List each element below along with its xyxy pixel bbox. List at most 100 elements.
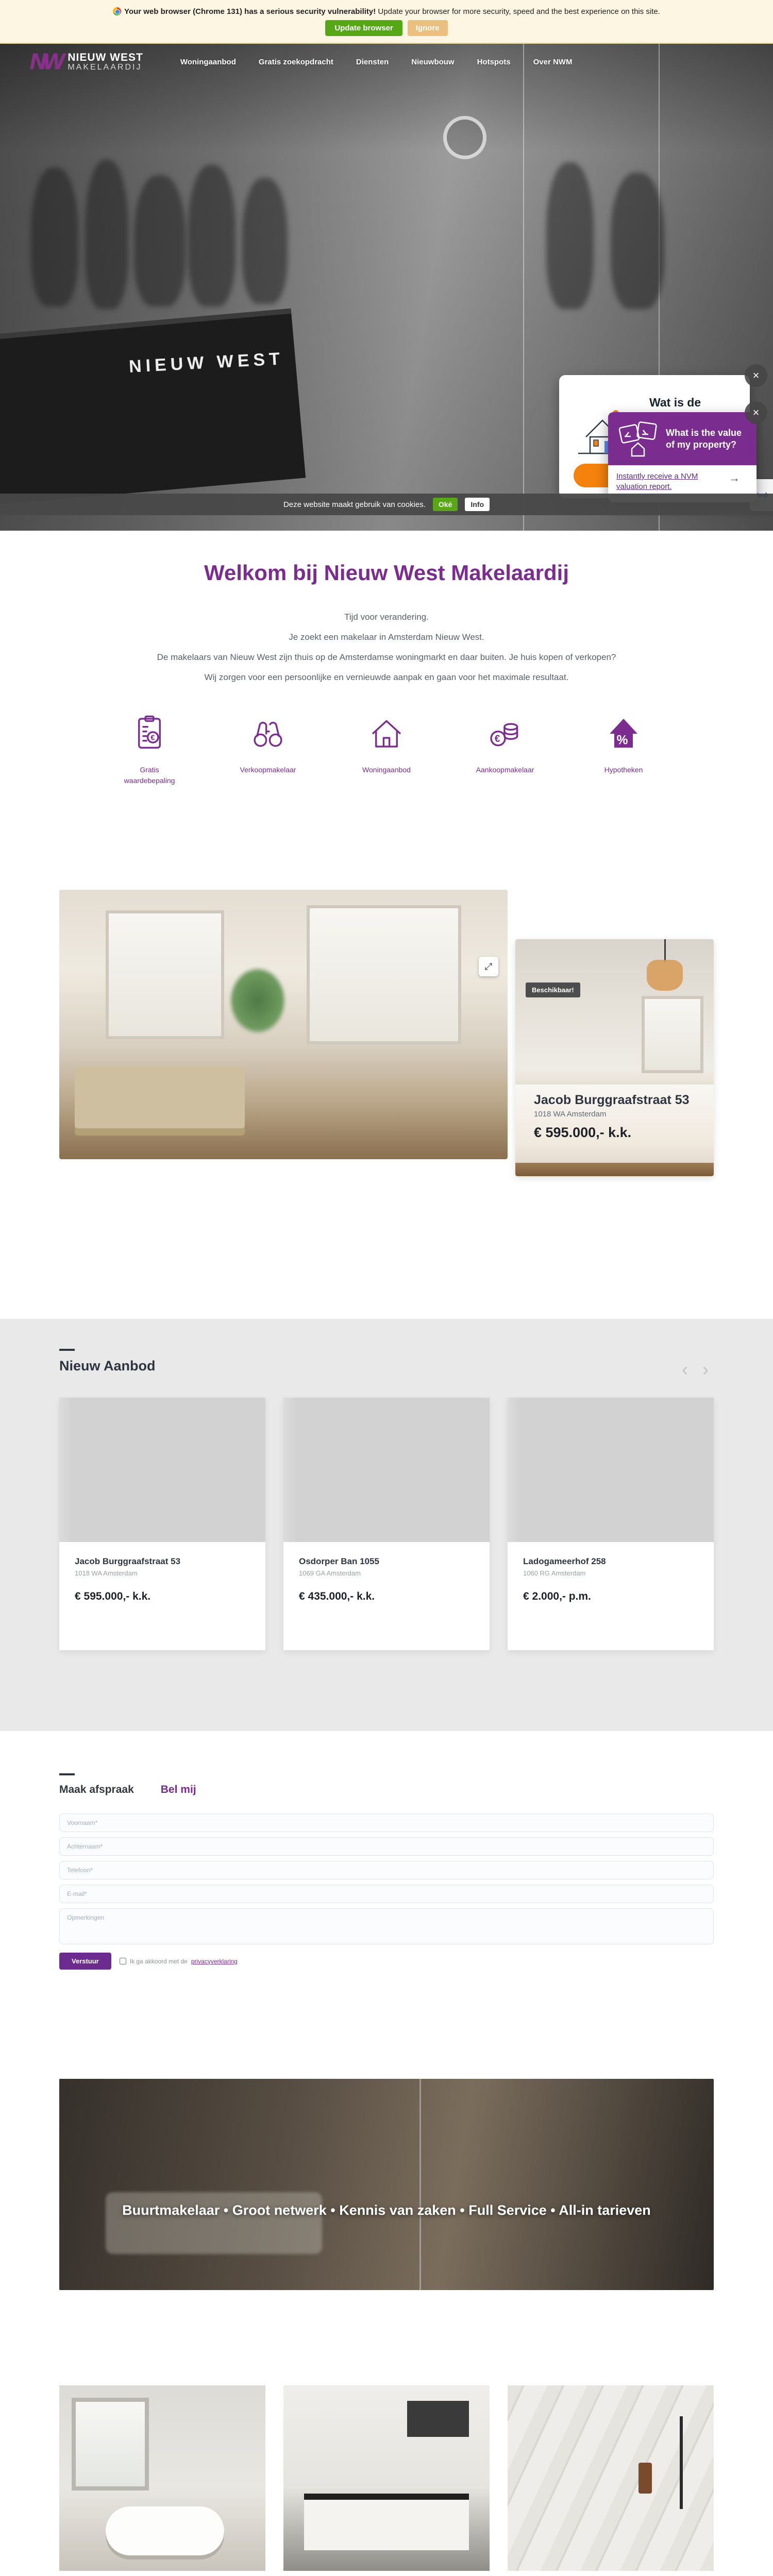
last-name-field[interactable] [59, 1837, 714, 1856]
showcase-photo-large[interactable]: ⤢ [59, 890, 508, 1159]
sofa-shape [75, 1066, 245, 1128]
close-icon[interactable]: × [745, 401, 767, 424]
new-listings-section: Nieuw Aanbod ‹ › Jacob Burggraafstraat 5… [0, 1319, 773, 1731]
property-card-featured[interactable]: Beschikbaar! Jacob Burggraafstraat 53 10… [515, 939, 714, 1176]
feature-gratis-waardebepaling[interactable]: € Gratis waardebepaling [98, 714, 201, 786]
valuation-report-link[interactable]: Instantly receive a NVM valuation report… [616, 471, 725, 492]
carousel-prev-icon[interactable]: ‹ [682, 1360, 688, 1379]
cookie-ok-button[interactable]: Oké [432, 498, 458, 511]
cookie-bar: Deze website maakt gebruik van cookies. … [0, 494, 773, 515]
submit-button[interactable]: Verstuur [59, 1953, 111, 1970]
svg-text:€: € [495, 734, 500, 744]
comments-field[interactable] [59, 1908, 714, 1944]
nav-item-nieuwbouw[interactable]: Nieuwbouw [411, 58, 454, 66]
window-shape [106, 910, 224, 1039]
nav-item-woningaanbod[interactable]: Woningaanbod [180, 58, 236, 66]
listing-price: € 2.000,- p.m. [523, 1590, 591, 1602]
nav-item-hotspots[interactable]: Hotspots [477, 58, 511, 66]
phone-field[interactable] [59, 1861, 714, 1879]
welcome-line: Je zoekt een makelaar in Amsterdam Nieuw… [289, 632, 484, 642]
nvm-value-popup: What is the value of my property? Instan… [608, 412, 757, 502]
section-title: Nieuw Aanbod [59, 1358, 156, 1374]
nav-item-over-nwm[interactable]: Over NWM [533, 58, 573, 66]
feature-woningaanbod[interactable]: Woningaanbod [335, 714, 438, 786]
ignore-button[interactable]: Ignore [407, 20, 448, 36]
person-silhouette [242, 178, 288, 304]
kitchen-island-shape [304, 2494, 469, 2550]
feature-hypotheken[interactable]: % Hypotheken [572, 714, 675, 786]
feature-links: € Gratis waardebepaling Verkoopmakelaar [98, 714, 675, 786]
status-badge: Beschikbaar! [526, 982, 580, 997]
section-dash [59, 1773, 75, 1775]
update-browser-button[interactable]: Update browser [325, 20, 402, 36]
binoculars-icon [249, 714, 287, 751]
expand-glyph: ⤢ [484, 961, 493, 972]
feature-label: Verkoopmakelaar [240, 766, 296, 774]
usp-text: Buurtmakelaar • Groot netwerk • Kennis v… [122, 2202, 651, 2218]
cookie-text: Deze website maakt gebruik van cookies. [283, 500, 426, 509]
feature-label: Hypotheken [604, 766, 643, 774]
feature-aankoopmakelaar[interactable]: € Aankoopmakelaar [453, 714, 557, 786]
listing-postal: 1018 WA Amsterdam [75, 1569, 138, 1577]
close-icon[interactable]: × [745, 364, 767, 387]
page-title: Welkom bij Nieuw West Makelaardij [204, 561, 569, 585]
cookie-info-button[interactable]: Info [465, 498, 490, 511]
close-glyph: × [752, 406, 760, 419]
popup-title: What is the value of my property? [666, 428, 742, 450]
welcome-section: Welkom bij Nieuw West Makelaardij Tijd v… [0, 531, 773, 876]
chrome-icon [113, 7, 122, 15]
glass-line [419, 2079, 421, 2290]
update-message-rest: Update your browser for more security, s… [376, 7, 660, 16]
update-message: Your web browser (Chrome 131) has a seri… [0, 7, 773, 16]
feature-verkoopmakelaar[interactable]: Verkoopmakelaar [216, 714, 320, 786]
bathtub-shape [106, 2506, 224, 2555]
feature-label: Gratis waardebepaling [124, 766, 175, 785]
coins-euro-icon: € [486, 714, 524, 751]
tab-bel-mij[interactable]: Bel mij [161, 1784, 196, 1796]
listing-address: Ladogameerhof 258 [523, 1556, 606, 1566]
lamp-wire-shape [664, 939, 666, 962]
clipboard-euro-icon: € [131, 714, 168, 751]
listing-postal: 1069 GA Amsterdam [299, 1569, 361, 1577]
listing-card[interactable]: Ladogameerhof 258 1060 RG Amsterdam € 2.… [508, 1398, 714, 1650]
property-caption: Jacob Burggraafstraat 53 1018 WA Amsterd… [515, 1084, 714, 1163]
browser-update-banner: Your web browser (Chrome 131) has a seri… [0, 0, 773, 44]
main-navigation: NW NIEUW WEST MAKELAARDIJ Woningaanbod G… [0, 44, 773, 80]
bottle-shape [638, 2463, 652, 2494]
window-shape [642, 996, 703, 1073]
listing-postal: 1060 RG Amsterdam [523, 1569, 586, 1577]
email-field[interactable] [59, 1885, 714, 1903]
first-name-field[interactable] [59, 1814, 714, 1832]
nav-item-gratis-zoekopdracht[interactable]: Gratis zoekopdracht [259, 58, 333, 66]
person-silhouette [611, 173, 664, 309]
carousel-next-icon[interactable]: › [702, 1360, 709, 1379]
listing-address: Osdorper Ban 1055 [299, 1556, 379, 1566]
welcome-line: De makelaars van Nieuw West zijn thuis o… [157, 652, 616, 663]
contact-form: Verstuur Ik ga akkoord met de privacyver… [59, 1814, 714, 1970]
plant-shape [229, 967, 286, 1034]
privacy-policy-link[interactable]: privacyverklaring [191, 1958, 238, 1965]
gallery-photo-marble-bathroom [508, 2385, 714, 2571]
gallery-photo-kitchen [283, 2385, 490, 2571]
listing-price: € 595.000,- k.k. [75, 1590, 151, 1602]
hero-clock [443, 116, 486, 159]
pendant-lamp-shape [647, 960, 683, 991]
feature-label: Aankoopmakelaar [476, 766, 534, 774]
consent-text: Ik ga akkoord met de [129, 1957, 188, 1965]
listing-card[interactable]: Osdorper Ban 1055 1069 GA Amsterdam € 43… [283, 1398, 490, 1650]
reception-desk [0, 308, 306, 506]
logo[interactable]: NW NIEUW WEST MAKELAARDIJ [30, 49, 143, 75]
shower-fixture-shape [680, 2416, 683, 2509]
house-icon [368, 714, 405, 751]
expand-icon[interactable]: ⤢ [479, 957, 498, 976]
listing-card[interactable]: Jacob Burggraafstraat 53 1018 WA Amsterd… [59, 1398, 265, 1650]
consent-checkbox[interactable] [119, 1958, 126, 1964]
nav-item-diensten[interactable]: Diensten [356, 58, 389, 66]
arrow-right-icon[interactable]: → [729, 471, 740, 485]
svg-text:%: % [617, 734, 628, 748]
section-dash [59, 1349, 75, 1351]
property-address: Jacob Burggraafstraat 53 [534, 1093, 690, 1107]
tab-maak-afspraak[interactable]: Maak afspraak [59, 1784, 134, 1796]
person-silhouette [188, 165, 236, 307]
sofa-shape [106, 2192, 322, 2254]
